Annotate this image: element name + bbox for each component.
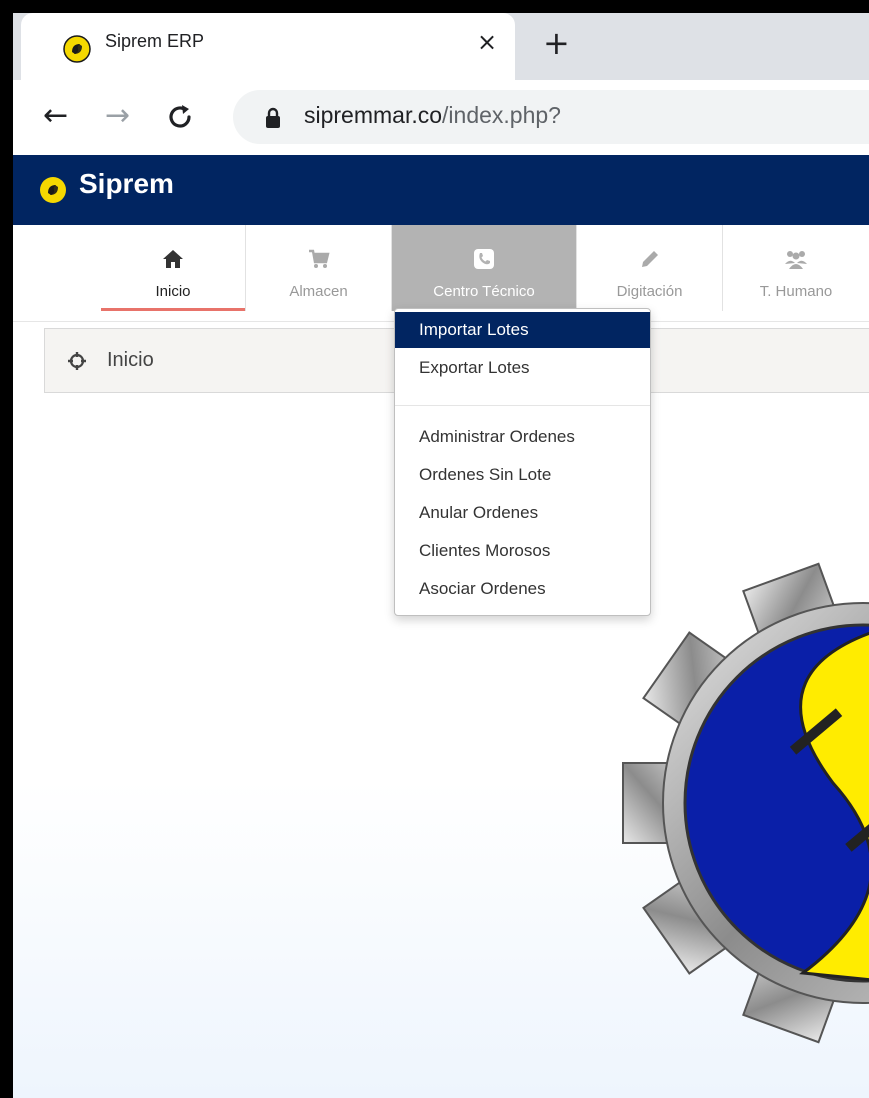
module-label: T. Humano [759,283,833,300]
address-bar[interactable]: sipremmar.co/index.php? [233,90,869,144]
browser-window: Siprem ERP × + ← → sipremmar.co/index.ph… [13,13,869,1098]
siprem-gear-logo [622,562,869,1044]
breadcrumb-label: Inicio [107,349,154,371]
back-button[interactable]: ← [43,98,68,134]
cart-icon [308,249,330,268]
menu-item-ordenes-sin-lote[interactable]: Ordenes Sin Lote [395,457,650,493]
module-label: Centro Técnico [433,283,535,300]
url-path: /index.php? [442,102,561,128]
menu-item-anular-ordenes[interactable]: Anular Ordenes [395,495,650,531]
module-label: Almacen [289,283,348,300]
pencil-icon [641,251,658,267]
module-label: Digitación [616,283,683,300]
users-icon [785,251,807,269]
siprem-logo-icon[interactable] [39,176,67,204]
tab-title: Siprem ERP [105,31,205,51]
siprem-favicon-icon [63,35,91,63]
forward-button[interactable]: → [105,98,130,134]
crosshair-icon [68,352,86,370]
menu-item-importar-lotes[interactable]: Importar Lotes [395,312,650,348]
menu-item-asociar-ordenes[interactable]: Asociar Ordenes [395,571,650,607]
module-label: Inicio [155,283,191,300]
tab-strip: Siprem ERP × + [13,13,869,80]
brand-name[interactable]: Siprem [79,168,174,200]
app-header: Siprem [13,155,869,225]
browser-toolbar: ← → sipremmar.co/index.php? [13,80,869,155]
menu-item-administrar-ordenes[interactable]: Administrar Ordenes [395,419,650,455]
phone-icon [474,249,494,269]
module-centro-tecnico[interactable]: Centro Técnico [392,225,577,311]
url-text: sipremmar.co/index.php? [304,102,561,129]
module-digitacion[interactable]: Digitación [577,225,723,311]
menu-item-exportar-lotes[interactable]: Exportar Lotes [395,350,650,386]
module-inicio[interactable]: Inicio [101,225,246,311]
menu-divider [395,405,650,406]
menu-item-clientes-morosos[interactable]: Clientes Morosos [395,533,650,569]
tab-close-button[interactable]: × [477,27,497,57]
new-tab-button[interactable]: + [543,23,570,63]
browser-tab[interactable]: Siprem ERP × [21,13,515,80]
reload-icon[interactable] [165,102,195,132]
lock-icon [266,107,280,128]
module-t-humano[interactable]: T. Humano [723,225,869,311]
centro-tecnico-dropdown: Importar Lotes Exportar Lotes Administra… [394,308,651,616]
module-almacen[interactable]: Almacen [246,225,392,311]
home-icon [163,250,183,268]
url-domain: sipremmar.co [304,102,443,128]
